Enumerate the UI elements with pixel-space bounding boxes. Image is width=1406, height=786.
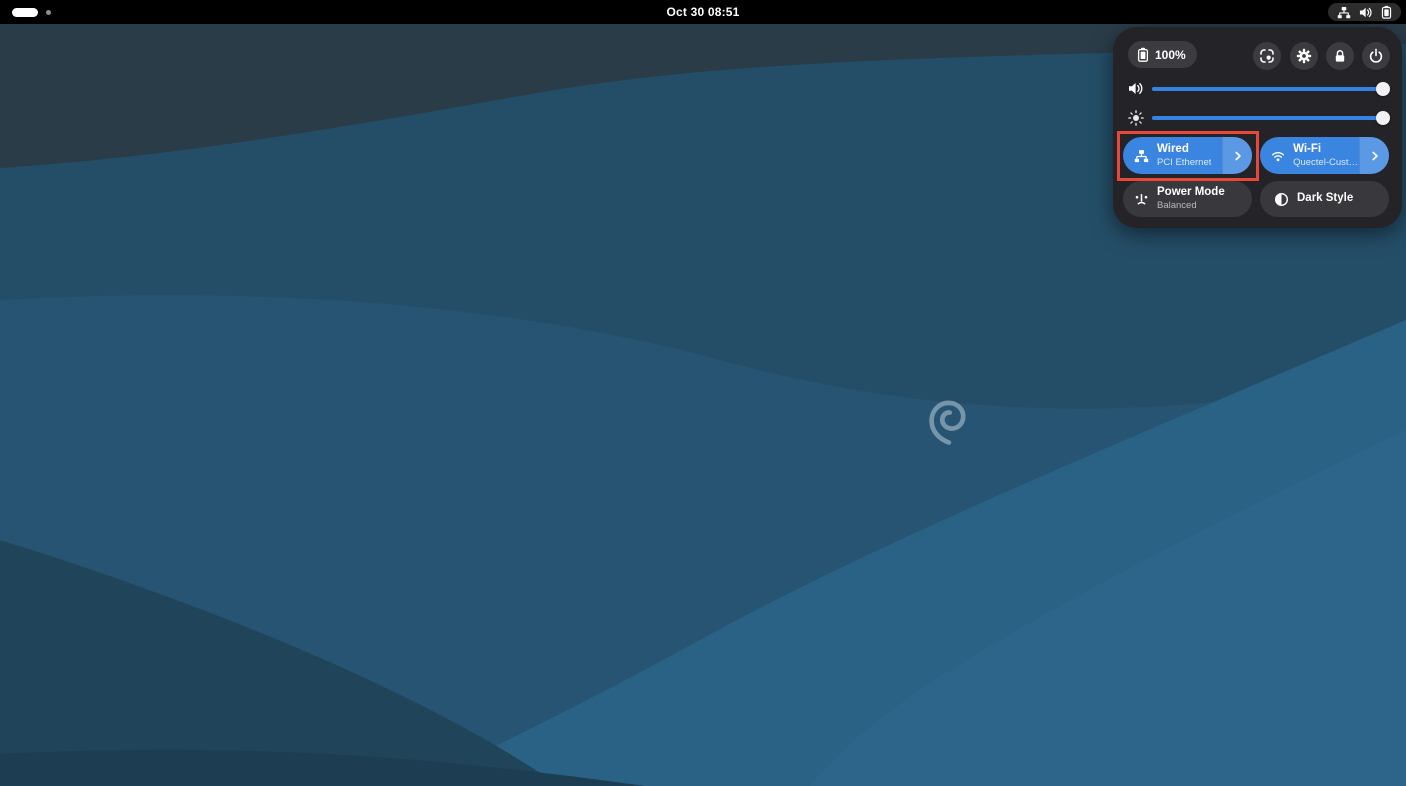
contrast-icon: [1274, 192, 1289, 207]
top-bar: Oct 30 08:51: [0, 0, 1406, 24]
settings-button[interactable]: [1290, 42, 1318, 70]
power-profile-icon: [1134, 192, 1149, 206]
wifi-subtitle: Quectel-Custo…: [1293, 157, 1359, 168]
screenshot-icon: [1259, 48, 1275, 64]
debian-logo: [918, 390, 978, 452]
wifi-icon: [1271, 149, 1285, 163]
chevron-right-icon: [1368, 149, 1382, 163]
quick-settings-panel: 100%: [1113, 27, 1402, 228]
brightness-slider[interactable]: [1152, 111, 1388, 125]
dark-style-title: Dark Style: [1297, 192, 1353, 206]
power-icon: [1368, 48, 1384, 64]
power-mode-toggle[interactable]: Power Mode Balanced: [1123, 181, 1252, 217]
speaker-icon: [1128, 81, 1144, 96]
chevron-right-icon: [1231, 149, 1245, 163]
power-mode-title: Power Mode: [1157, 186, 1225, 200]
volume-slider-fill: [1152, 87, 1388, 91]
battery-icon: [1381, 5, 1392, 19]
desktop: Oct 30 08:51: [0, 0, 1406, 786]
battery-percent: 100%: [1155, 48, 1186, 62]
brightness-slider-fill: [1152, 116, 1388, 120]
network-wired-icon: [1337, 6, 1351, 19]
power-button[interactable]: [1362, 42, 1390, 70]
wifi-title: Wi-Fi: [1293, 143, 1359, 157]
volume-slider-handle[interactable]: [1376, 82, 1390, 96]
screenshot-button[interactable]: [1253, 42, 1281, 70]
wifi-toggle[interactable]: Wi-Fi Quectel-Custo…: [1260, 137, 1389, 174]
battery-icon: [1137, 47, 1149, 62]
lock-icon: [1332, 48, 1348, 64]
volume-slider[interactable]: [1152, 82, 1388, 96]
network-wired-icon: [1134, 149, 1149, 163]
battery-indicator[interactable]: 100%: [1128, 41, 1197, 68]
wifi-expand-arrow[interactable]: [1359, 137, 1389, 174]
gear-icon: [1296, 48, 1312, 64]
volume-icon: [1359, 6, 1373, 19]
lock-button[interactable]: [1326, 42, 1354, 70]
system-tray[interactable]: [1328, 3, 1401, 21]
sun-icon: [1128, 110, 1144, 126]
wired-title: Wired: [1157, 143, 1211, 157]
power-mode-subtitle: Balanced: [1157, 200, 1225, 211]
brightness-slider-handle[interactable]: [1376, 111, 1390, 125]
dark-style-toggle[interactable]: Dark Style: [1260, 181, 1389, 217]
wired-subtitle: PCI Ethernet: [1157, 157, 1211, 168]
wired-expand-arrow[interactable]: [1222, 137, 1252, 174]
wired-toggle[interactable]: Wired PCI Ethernet: [1123, 137, 1252, 174]
clock[interactable]: Oct 30 08:51: [0, 5, 1406, 19]
